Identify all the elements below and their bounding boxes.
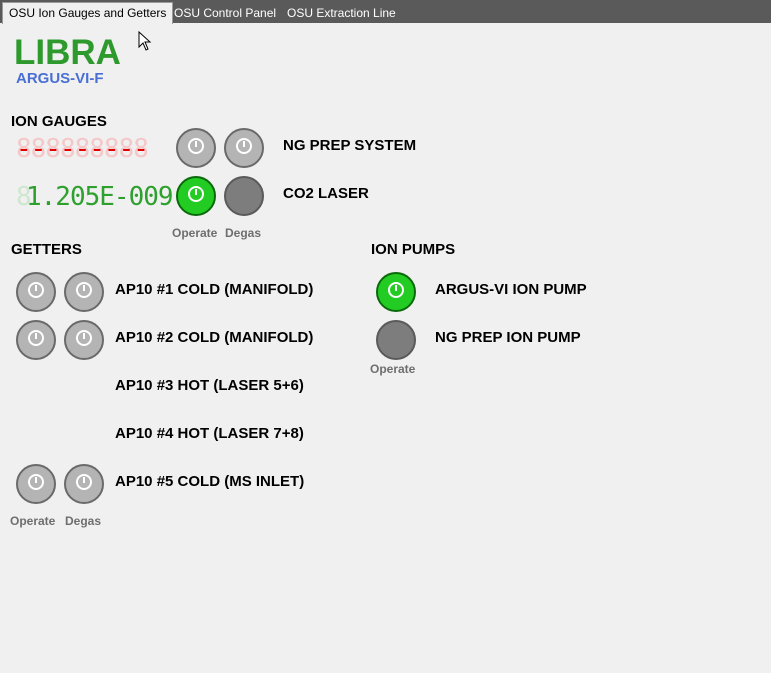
getter-2-operate-button[interactable] xyxy=(16,320,56,360)
argus-ion-pump-operate-button[interactable] xyxy=(376,272,416,312)
ion-pump-1-label: ARGUS-VI ION PUMP xyxy=(435,281,587,298)
co2-laser-operate-button[interactable] xyxy=(176,176,216,216)
gauge-label-ng-prep: NG PREP SYSTEM xyxy=(283,137,417,154)
co2-laser-degas-button[interactable] xyxy=(224,176,264,216)
getter-2-label: AP10 #2 COLD (MANIFOLD) xyxy=(115,329,314,346)
getter-1-degas-button[interactable] xyxy=(64,272,104,312)
ion-gauges-heading: ION GAUGES xyxy=(11,113,107,130)
gauge-display-ng-prep: --------- xyxy=(16,134,149,164)
power-icon xyxy=(26,328,46,353)
getter-5-degas-button[interactable] xyxy=(64,464,104,504)
operate-caption: Operate xyxy=(370,362,416,376)
power-icon xyxy=(74,472,94,497)
ion-pumps-heading: ION PUMPS xyxy=(371,241,456,258)
power-icon xyxy=(74,328,94,353)
getter-5-label: AP10 #5 COLD (MS INLET) xyxy=(115,473,305,490)
getter-2-degas-button[interactable] xyxy=(64,320,104,360)
tab-control-panel[interactable]: OSU Control Panel xyxy=(168,3,282,23)
ion-pump-2-label: NG PREP ION PUMP xyxy=(435,329,581,346)
power-icon xyxy=(234,136,254,161)
ng-prep-degas-button[interactable] xyxy=(224,128,264,168)
power-icon xyxy=(74,280,94,305)
page-subtitle: ARGUS-VI-F xyxy=(16,70,104,87)
getter-4-label: AP10 #4 HOT (LASER 7+8) xyxy=(115,425,304,442)
operate-caption: Operate xyxy=(10,514,56,528)
power-icon xyxy=(186,136,206,161)
gauge-display-co2-laser: 1.205E-009 xyxy=(26,182,174,212)
power-icon xyxy=(26,472,46,497)
getters-heading: GETTERS xyxy=(11,241,82,258)
operate-caption: Operate xyxy=(172,226,218,240)
getter-3-label: AP10 #3 HOT (LASER 5+6) xyxy=(115,377,304,394)
degas-caption: Degas xyxy=(225,226,262,240)
tab-bar: OSU Ion Gauges and Getters OSU Control P… xyxy=(0,0,771,24)
getter-1-operate-button[interactable] xyxy=(16,272,56,312)
mouse-cursor-icon xyxy=(138,30,152,56)
page-title: LIBRA xyxy=(14,33,121,72)
getter-5-operate-button[interactable] xyxy=(16,464,56,504)
ng-prep-ion-pump-operate-button[interactable] xyxy=(376,320,416,360)
power-icon xyxy=(386,280,406,305)
power-icon xyxy=(26,280,46,305)
tab-ion-gauges-getters[interactable]: OSU Ion Gauges and Getters xyxy=(2,2,174,24)
tab-extraction-line[interactable]: OSU Extraction Line xyxy=(281,3,402,23)
ng-prep-operate-button[interactable] xyxy=(176,128,216,168)
power-icon xyxy=(186,184,206,209)
degas-caption: Degas xyxy=(65,514,102,528)
gauge-label-co2-laser: CO2 LASER xyxy=(283,185,369,202)
getter-1-label: AP10 #1 COLD (MANIFOLD) xyxy=(115,281,314,298)
